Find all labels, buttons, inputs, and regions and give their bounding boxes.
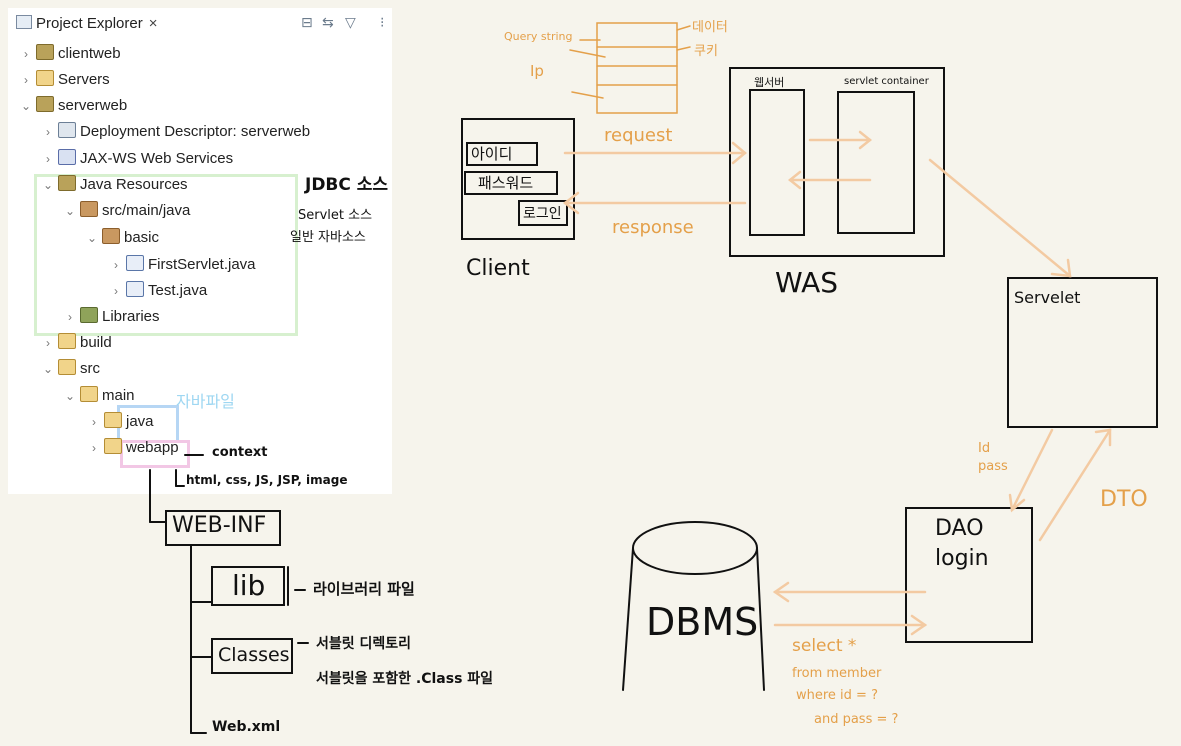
- lib-label: lib: [232, 569, 266, 602]
- general-source-note: 일반 자바소스: [290, 230, 366, 245]
- servlet-to-dao-arrow: [1010, 428, 1054, 512]
- web-xml-label: Web.xml: [212, 719, 281, 735]
- web-files-note: html, css, JS, JSP, image: [186, 473, 348, 487]
- servlet-source-note: Servlet 소스: [298, 208, 373, 223]
- request-data-box: [596, 22, 678, 114]
- classes-desc-1: 서블릿 디렉토리: [316, 636, 412, 652]
- dto-label: DTO: [1100, 487, 1148, 512]
- client-id-field-label: 아이디: [471, 145, 513, 163]
- servlet-label: Servelet: [1014, 288, 1081, 307]
- data-pointer: [676, 25, 691, 31]
- query-string-label: Query string: [504, 30, 573, 43]
- was-label: WAS: [775, 266, 839, 299]
- response-label: response: [612, 217, 694, 238]
- servlet-container-box: [837, 91, 915, 234]
- dao-label: DAO login: [935, 516, 989, 571]
- cookie-label: 쿠키: [694, 44, 718, 59]
- sql-and: and pass = ?: [814, 712, 899, 727]
- request-label: request: [604, 125, 673, 146]
- dbms-top: [632, 521, 758, 575]
- classes-label: Classes: [218, 644, 290, 666]
- dbms-label: DBMS: [646, 600, 759, 644]
- client-password-field-label: 패스워드: [478, 174, 534, 192]
- sql-from: from member: [792, 666, 882, 681]
- sql-select: select *: [792, 636, 857, 656]
- java-file-note: 자바파일: [176, 392, 235, 411]
- client-label: Client: [466, 256, 530, 281]
- dao-to-servlet-arrow: [1038, 428, 1112, 542]
- ip-pointer: [569, 49, 606, 58]
- sketch-diagram: [149, 22, 1158, 734]
- client-login-button-label: 로그인: [523, 206, 562, 222]
- classes-desc-2: 서블릿을 포함한 .Class 파일: [316, 671, 494, 687]
- lib-desc: 라이브러리 파일: [313, 580, 415, 598]
- context-note: context: [212, 445, 268, 460]
- was-to-servlet-arrow: [928, 158, 1072, 278]
- web-server-label: 웹서버: [754, 76, 785, 89]
- cookie-pointer: [676, 46, 691, 51]
- id-pass-label: Id pass: [978, 441, 1008, 474]
- ip-pointer-2: [571, 91, 604, 99]
- web-inf-label: WEB-INF: [172, 513, 267, 538]
- jdbc-note: JDBC 소스: [305, 175, 389, 195]
- data-label: 데이터: [692, 20, 728, 35]
- dbms-left: [622, 547, 634, 691]
- servlet-container-label: servlet container: [844, 76, 929, 87]
- sql-where: where id = ?: [796, 688, 878, 703]
- web-server-box: [749, 89, 805, 236]
- ip-label: Ip: [530, 62, 544, 80]
